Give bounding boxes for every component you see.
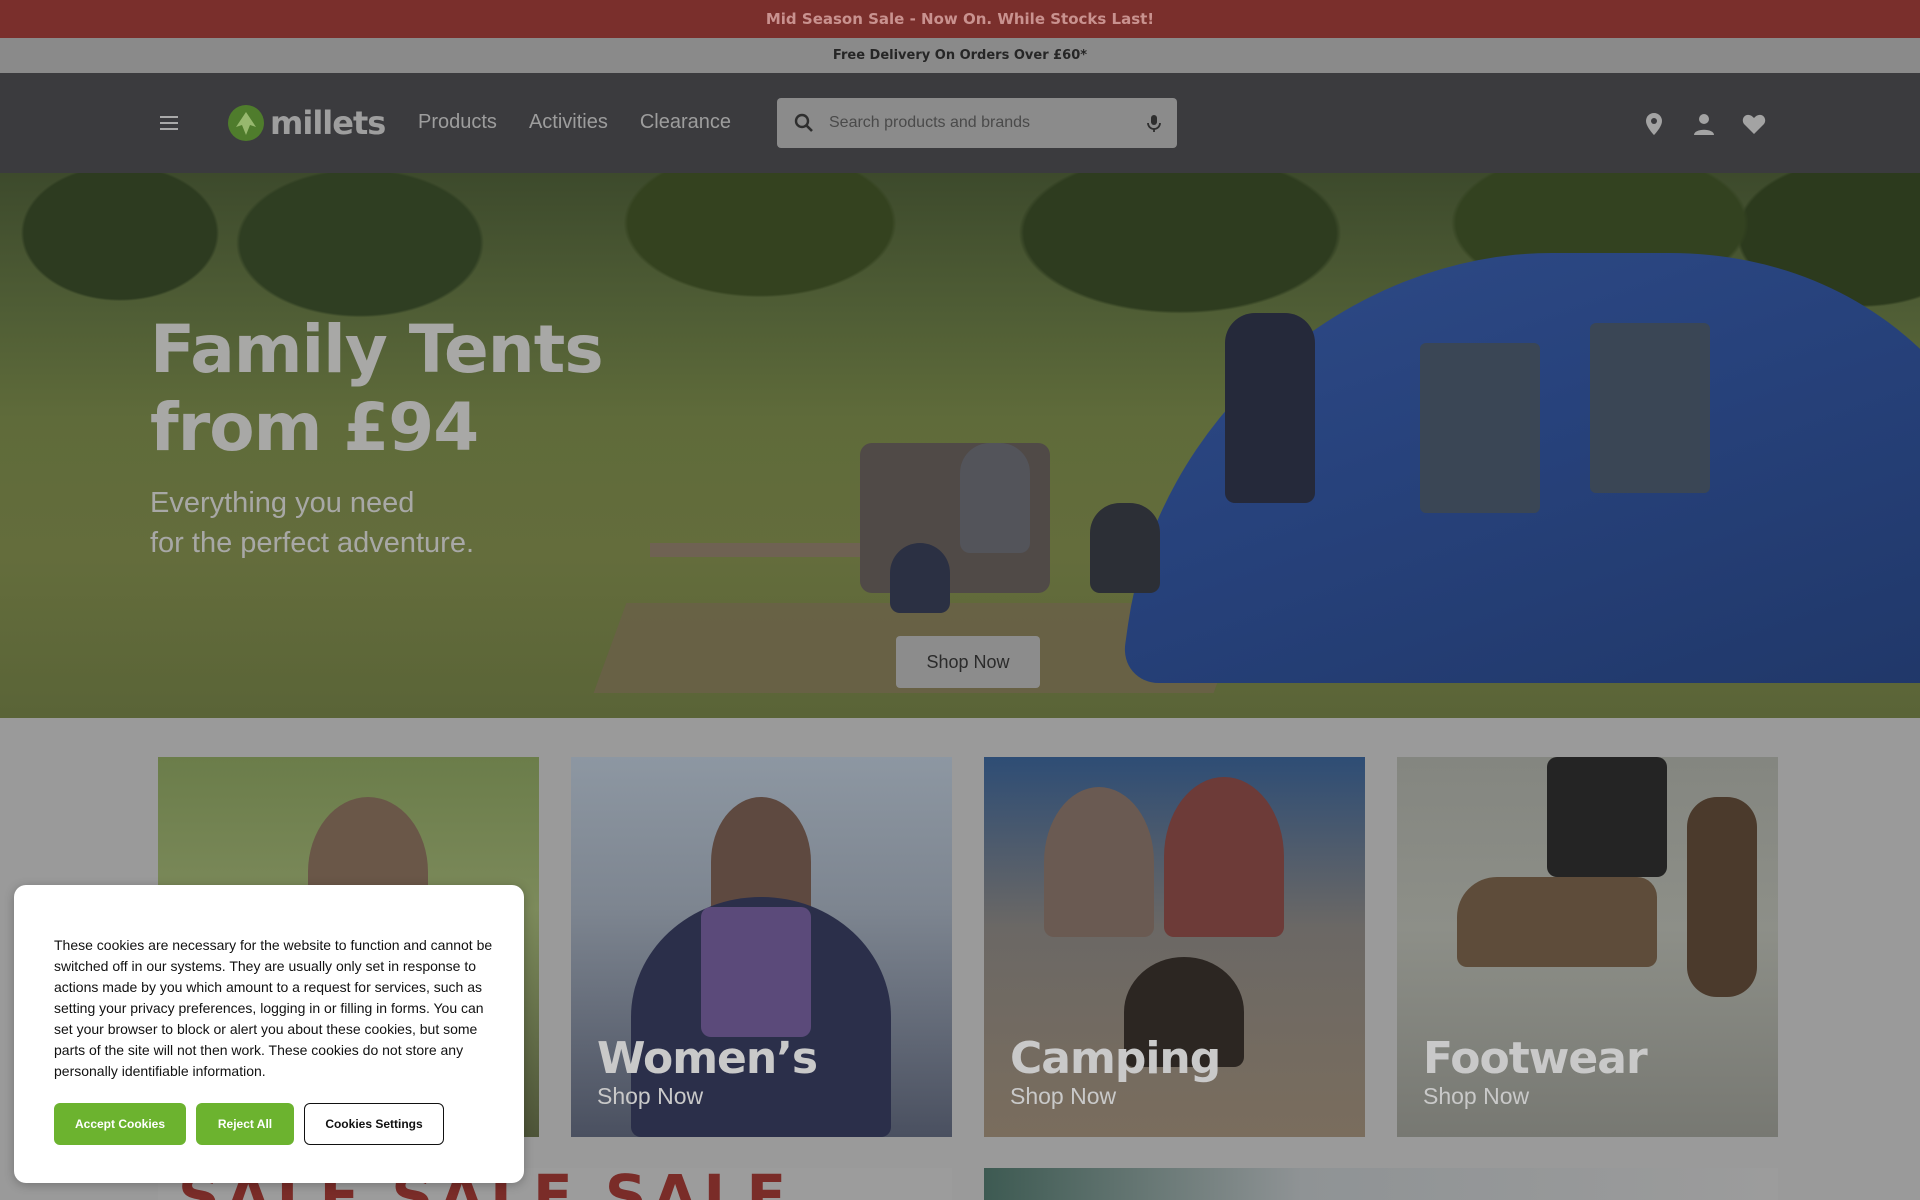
- reject-all-button[interactable]: Reject All: [196, 1103, 294, 1145]
- logo[interactable]: millets: [228, 103, 386, 143]
- hero-subtitle: Everything you need for the perfect adve…: [150, 483, 474, 563]
- hero-person: [1225, 313, 1315, 503]
- wishlist-heart-icon[interactable]: [1740, 110, 1768, 138]
- promo-image-tile[interactable]: [984, 1168, 1778, 1200]
- header-icons: [1640, 110, 1768, 138]
- tile-boot-image: [1687, 797, 1757, 997]
- search-icon[interactable]: [793, 112, 815, 134]
- hero-tent-window: [1590, 323, 1710, 493]
- store-locator-icon[interactable]: [1640, 110, 1668, 138]
- promo-banner-text: Mid Season Sale - Now On. While Stocks L…: [765, 10, 1155, 28]
- tile-person-image: [1164, 777, 1284, 937]
- tile-leg-image: [1547, 757, 1667, 877]
- accept-cookies-button[interactable]: Accept Cookies: [54, 1103, 186, 1145]
- search-bar: [777, 98, 1177, 148]
- hero-person: [890, 543, 950, 613]
- hero-tent-window: [1420, 343, 1540, 513]
- cookie-banner: These cookies are necessary for the webs…: [14, 885, 524, 1183]
- site-header: millets Products Activities Clearance: [0, 73, 1920, 173]
- nav-products[interactable]: Products: [418, 111, 497, 134]
- tile-person-image: [701, 907, 811, 1037]
- hero-person: [1090, 503, 1160, 593]
- logo-text: millets: [270, 104, 386, 142]
- hero-person: [960, 443, 1030, 553]
- search-input[interactable]: [829, 114, 1143, 132]
- nav-clearance[interactable]: Clearance: [640, 111, 731, 134]
- account-icon[interactable]: [1690, 110, 1718, 138]
- category-tile-camping[interactable]: Camping Shop Now: [984, 757, 1365, 1137]
- tile-boot-image: [1457, 877, 1657, 967]
- cookie-text: These cookies are necessary for the webs…: [54, 937, 493, 1079]
- hero-shop-now-button[interactable]: Shop Now: [896, 636, 1040, 688]
- category-tile-womens[interactable]: Women’s Shop Now: [571, 757, 952, 1137]
- millets-logo-icon: [228, 105, 264, 141]
- tile-shop-now[interactable]: Shop Now: [597, 1083, 703, 1110]
- hero-subtitle-line2: for the perfect adventure.: [150, 527, 475, 559]
- hero-title-line1: Family Tents: [150, 311, 604, 388]
- category-tile-footwear[interactable]: Footwear Shop Now: [1397, 757, 1778, 1137]
- hero-subtitle-line1: Everything you need: [150, 487, 415, 519]
- tile-title: Camping: [1010, 1033, 1221, 1084]
- promo-banner[interactable]: Mid Season Sale - Now On. While Stocks L…: [0, 0, 1920, 38]
- hero-banner[interactable]: Family Tents from £94 Everything you nee…: [0, 173, 1920, 718]
- hero-title: Family Tents from £94: [150, 311, 604, 467]
- hero-title-line2: from £94: [150, 389, 479, 466]
- nav-activities[interactable]: Activities: [529, 111, 608, 134]
- tile-shop-now[interactable]: Shop Now: [1010, 1083, 1116, 1110]
- hamburger-menu-icon[interactable]: [158, 113, 182, 133]
- delivery-banner[interactable]: Free Delivery On Orders Over £60*: [0, 38, 1920, 73]
- tile-shop-now[interactable]: Shop Now: [1423, 1083, 1529, 1110]
- tile-title: Women’s: [597, 1033, 818, 1084]
- cookies-settings-button[interactable]: Cookies Settings: [304, 1103, 444, 1145]
- main-nav: Products Activities Clearance: [418, 111, 731, 134]
- tile-title: Footwear: [1423, 1033, 1648, 1084]
- tile-person-image: [1044, 787, 1154, 937]
- microphone-icon[interactable]: [1143, 112, 1165, 134]
- delivery-banner-text: Free Delivery On Orders Over £60*: [832, 48, 1088, 63]
- hero-camp-table: [650, 543, 880, 557]
